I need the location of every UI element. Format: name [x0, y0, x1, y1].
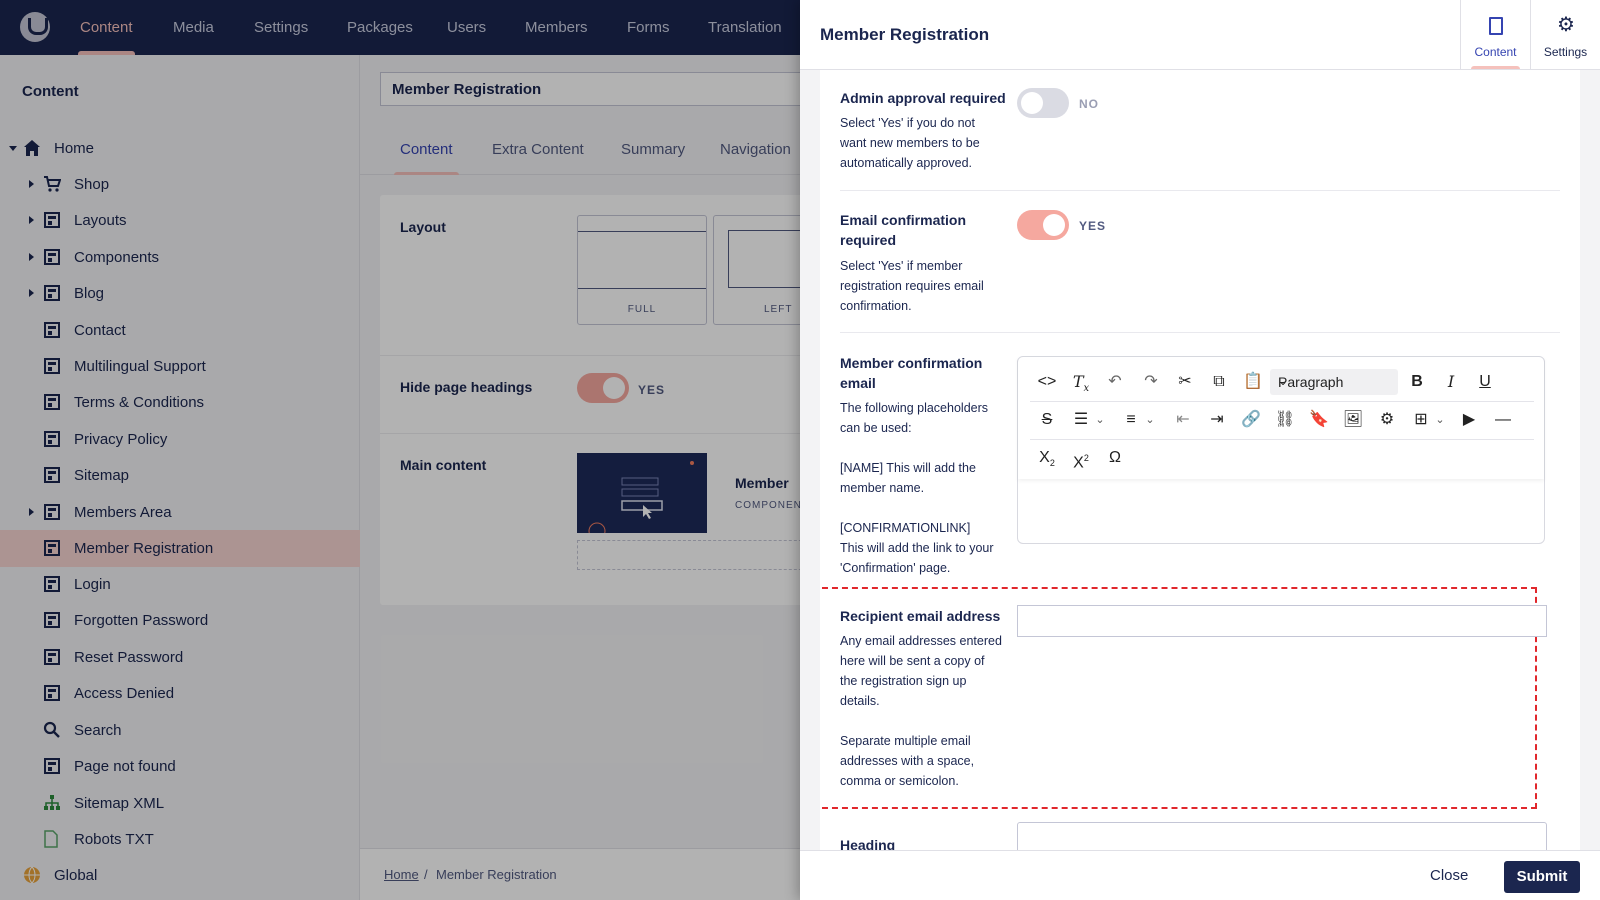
recipient-desc-3: the registration sign up: [840, 674, 967, 688]
outdent-icon[interactable]: ⇤: [1170, 407, 1196, 433]
member-email-desc-2: can be used:: [840, 421, 912, 435]
bullet-list-icon[interactable]: ☰: [1068, 407, 1094, 433]
toggle-knob: [1021, 92, 1043, 114]
horizontal-rule-icon[interactable]: —: [1490, 407, 1516, 433]
dialog-tab-settings[interactable]: ⚙ Settings: [1530, 0, 1600, 69]
modal-backdrop[interactable]: [0, 0, 800, 900]
undo-icon[interactable]: ↶: [1102, 369, 1128, 395]
member-email-desc-4: [NAME] This will add the: [840, 461, 976, 475]
chevron-down-icon[interactable]: ⌄: [1432, 407, 1448, 433]
unlink-icon[interactable]: ⛓: [1272, 407, 1298, 433]
italic-icon[interactable]: I: [1438, 369, 1464, 395]
recipient-desc-7: addresses with a space,: [840, 754, 975, 768]
toggle-knob: [1043, 214, 1065, 236]
dialog-title: Member Registration: [820, 25, 990, 44]
chevron-down-icon: ⌄: [1278, 374, 1289, 388]
recipient-desc-8: comma or semicolon.: [840, 774, 959, 788]
email-confirmation-toggle[interactable]: [1017, 210, 1069, 240]
recipient-desc-4: details.: [840, 694, 880, 708]
recipient-desc-2: here will be sent a copy of: [840, 654, 985, 668]
admin-approval-desc-1: Select 'Yes' if you do not: [840, 116, 975, 130]
dialog-tab-content[interactable]: Content: [1460, 0, 1530, 69]
anchor-icon[interactable]: 🔖: [1306, 407, 1332, 433]
superscript-icon[interactable]: X2: [1068, 445, 1094, 471]
indent-icon[interactable]: ⇥: [1204, 407, 1230, 433]
member-email-desc-8: This will add the link to your: [840, 541, 994, 555]
admin-approval-toggle[interactable]: [1017, 88, 1069, 118]
source-code-icon[interactable]: <>: [1034, 369, 1060, 395]
admin-approval-desc-3: automatically approved.: [840, 156, 973, 170]
copy-icon[interactable]: ⧉: [1206, 369, 1232, 395]
email-confirmation-label-2: required: [840, 232, 897, 248]
close-button[interactable]: Close: [1430, 862, 1468, 890]
toggle-state-text: NO: [1079, 97, 1099, 111]
submit-button[interactable]: Submit: [1504, 861, 1580, 893]
email-confirmation-desc-2: registration requires email: [840, 279, 984, 293]
rich-text-editor: <> Tx ↶ ↷ ✂ ⧉ 📋 Paragraph ⌄ B I U S ☰ ⌄: [1017, 356, 1545, 544]
dialog-header: Member Registration Content ⚙ Settings: [800, 0, 1600, 70]
rte-toolbar: <> Tx ↶ ↷ ✂ ⧉ 📋 Paragraph ⌄ B I U S ☰ ⌄: [1018, 357, 1544, 479]
dialog-footer: Close Submit: [800, 850, 1600, 900]
divider: [840, 332, 1560, 333]
media-embed-icon[interactable]: ▶: [1456, 407, 1482, 433]
email-confirmation-desc-3: confirmation.: [840, 299, 912, 313]
strikethrough-icon[interactable]: S: [1034, 407, 1060, 433]
toggle-state-text: YES: [1079, 219, 1107, 233]
gear-icon: ⚙: [1557, 14, 1575, 36]
recipient-email-label: Recipient email address: [840, 608, 1001, 624]
redo-icon[interactable]: ↷: [1138, 369, 1164, 395]
member-email-desc-7: [CONFIRMATIONLINK]: [840, 521, 971, 535]
email-confirmation-label-1: Email confirmation: [840, 212, 967, 228]
member-email-label-1: Member confirmation: [840, 355, 983, 371]
recipient-email-input[interactable]: [1017, 605, 1547, 637]
admin-approval-desc-2: want new members to be: [840, 136, 980, 150]
admin-approval-label: Admin approval required: [840, 90, 1006, 106]
underline-icon[interactable]: U: [1472, 369, 1498, 395]
clear-formatting-icon[interactable]: Tx: [1068, 369, 1094, 395]
email-confirmation-desc-1: Select 'Yes' if member: [840, 259, 963, 273]
document-icon: [1489, 17, 1503, 35]
member-email-desc-1: The following placeholders: [840, 401, 989, 415]
recipient-desc-1: Any email addresses entered: [840, 634, 1002, 648]
divider: [840, 190, 1560, 191]
recipient-desc-6: Separate multiple email: [840, 734, 971, 748]
numbered-list-icon[interactable]: ≡: [1118, 407, 1144, 433]
dialog-tab-label: Content: [1474, 45, 1517, 59]
toolbar-divider: [1030, 401, 1534, 402]
member-email-desc-9: 'Confirmation' page.: [840, 561, 951, 575]
cut-icon[interactable]: ✂: [1172, 369, 1198, 395]
toolbar-divider: [1030, 439, 1534, 440]
heading-label: Heading: [840, 837, 896, 850]
bold-icon[interactable]: B: [1404, 369, 1430, 395]
subscript-icon[interactable]: X2: [1034, 445, 1060, 471]
heading-input[interactable]: [1017, 822, 1547, 850]
dialog-body: Admin approval required Select 'Yes' if …: [820, 70, 1580, 850]
table-icon[interactable]: ⊞: [1408, 407, 1434, 433]
link-icon[interactable]: 🔗: [1238, 407, 1264, 433]
member-registration-dialog: Member Registration Content ⚙ Settings A…: [800, 0, 1600, 900]
image-icon[interactable]: 🖼: [1340, 407, 1366, 433]
member-email-desc-5: member name.: [840, 481, 925, 495]
paste-icon[interactable]: 📋: [1240, 369, 1266, 395]
dialog-tab-label: Settings: [1543, 45, 1588, 59]
chevron-down-icon[interactable]: ⌄: [1142, 407, 1158, 433]
special-character-icon[interactable]: Ω: [1102, 445, 1128, 471]
format-select[interactable]: Paragraph ⌄: [1270, 369, 1398, 395]
chevron-down-icon[interactable]: ⌄: [1092, 407, 1108, 433]
rte-content-area[interactable]: [1018, 479, 1544, 543]
macro-gear-icon[interactable]: ⚙: [1374, 407, 1400, 433]
member-email-label-2: email: [840, 375, 876, 391]
